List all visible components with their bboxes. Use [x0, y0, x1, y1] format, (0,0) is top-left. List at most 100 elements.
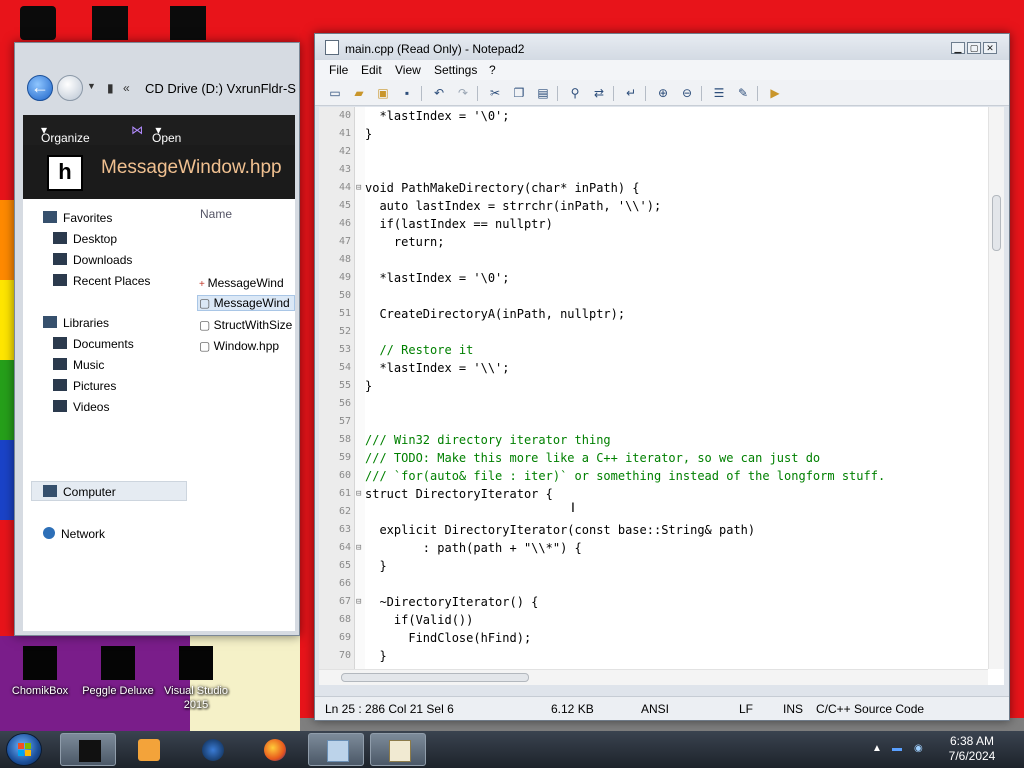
run-icon[interactable]: ▶ [767, 85, 783, 101]
desktop-top-icon-1[interactable] [20, 6, 56, 40]
nav-pictures[interactable]: Pictures [53, 379, 116, 393]
taskbar-media-player[interactable] [120, 733, 176, 766]
taskbar-app-globe[interactable] [184, 733, 240, 766]
code-line[interactable]: 59 /// TODO: Make this more like a C++ it… [319, 449, 989, 467]
taskbar-clock[interactable]: 6:38 AM 7/6/2024 [936, 734, 1008, 764]
browse-icon[interactable]: ▣ [375, 85, 391, 101]
file-item[interactable]: ▢ StructWithSize [199, 318, 292, 332]
scheme-icon[interactable]: ☰ [711, 85, 727, 101]
code-line[interactable]: 62 [319, 503, 989, 521]
new-file-icon[interactable]: ▭ [327, 85, 343, 101]
desktop-top-icon-3[interactable] [170, 6, 206, 40]
start-button[interactable] [6, 733, 42, 766]
breadcrumb-chevron-icon[interactable]: « [123, 81, 130, 95]
menu-help[interactable]: ? [489, 63, 496, 77]
file-item[interactable]: + MessageWind [199, 276, 284, 290]
vertical-scroll-thumb[interactable] [992, 195, 1001, 251]
copy-icon[interactable]: ❐ [511, 85, 527, 101]
code-line[interactable]: 55} [319, 377, 989, 395]
tray-network-icon[interactable]: ◉ [914, 743, 923, 754]
code-line[interactable]: 69 FindClose(hFind); [319, 629, 989, 647]
code-line[interactable]: 49 *lastIndex = '\0'; [319, 269, 989, 287]
taskbar-explorer[interactable] [308, 733, 364, 766]
nav-libraries[interactable]: Libraries [43, 316, 109, 330]
code-line[interactable]: 70 } [319, 647, 989, 665]
nav-favorites[interactable]: Favorites [43, 211, 112, 225]
nav-network[interactable]: Network [43, 527, 105, 541]
explorer-window[interactable]: ← ▼ ▮ « CD Drive (D:) VxrunFldr-S Organi… [14, 42, 300, 636]
close-button[interactable]: ✕ [983, 42, 997, 54]
code-line[interactable]: 57 [319, 413, 989, 431]
taskbar-firefox[interactable] [246, 733, 302, 766]
desktop-icon-chomikbox[interactable]: ChomikBox [0, 646, 80, 698]
undo-icon[interactable]: ↶ [431, 85, 447, 101]
cut-icon[interactable]: ✂ [487, 85, 503, 101]
nav-videos[interactable]: Videos [53, 400, 109, 414]
nav-documents[interactable]: Documents [53, 337, 134, 351]
word-wrap-icon[interactable]: ↵ [623, 85, 639, 101]
file-item-selected[interactable]: ▢ MessageWind [197, 295, 295, 311]
code-line[interactable]: 41} [319, 125, 989, 143]
nav-music[interactable]: Music [53, 358, 104, 372]
code-line[interactable]: 45 auto lastIndex = strrchr(inPath, '\\'… [319, 197, 989, 215]
menu-settings[interactable]: Settings [434, 63, 477, 77]
fold-marker-icon[interactable]: ⊟ [356, 179, 361, 197]
vertical-scrollbar[interactable] [988, 107, 1004, 669]
nav-downloads[interactable]: Downloads [53, 253, 132, 267]
status-mode[interactable]: INS [783, 702, 803, 716]
open-folder-icon[interactable]: ▰ [351, 85, 367, 101]
code-line[interactable]: 44 ⊟ void PathMakeDirectory(char* inPath) … [319, 179, 989, 197]
history-dropdown-icon[interactable]: ▼ [87, 81, 96, 91]
nav-desktop[interactable]: Desktop [53, 232, 117, 246]
code-line[interactable]: 68 if(Valid()) [319, 611, 989, 629]
code-line[interactable]: 66 [319, 575, 989, 593]
code-line[interactable]: 64 ⊟ : path(path + "\\*") { [319, 539, 989, 557]
fold-marker-icon[interactable]: ⊟ [356, 593, 361, 611]
nav-recent-places[interactable]: Recent Places [53, 274, 150, 288]
desktop-top-icon-2[interactable] [92, 6, 128, 40]
customize-icon[interactable]: ✎ [735, 85, 751, 101]
fold-marker-icon[interactable]: ⊟ [356, 539, 361, 557]
status-language[interactable]: C/C++ Source Code [816, 702, 924, 716]
tray-expand-icon[interactable]: ▲ [872, 743, 882, 754]
forward-button[interactable] [57, 75, 83, 101]
redo-icon[interactable]: ↷ [455, 85, 471, 101]
replace-icon[interactable]: ⇄ [591, 85, 607, 101]
paste-icon[interactable]: ▤ [535, 85, 551, 101]
horizontal-scroll-thumb[interactable] [341, 673, 529, 682]
maximize-button[interactable]: ▢ [967, 42, 981, 54]
status-eol[interactable]: LF [739, 702, 753, 716]
fold-marker-icon[interactable]: ⊟ [356, 485, 361, 503]
zoom-out-icon[interactable]: ⊖ [679, 85, 695, 101]
code-line[interactable]: 51 CreateDirectoryA(inPath, nullptr); [319, 305, 989, 323]
code-line[interactable]: 48 [319, 251, 989, 269]
back-button[interactable]: ← [27, 75, 53, 101]
code-line[interactable]: 50 [319, 287, 989, 305]
code-line[interactable]: 54 *lastIndex = '\\'; [319, 359, 989, 377]
code-line[interactable]: 65 } [319, 557, 989, 575]
code-line[interactable]: 67 ⊟ ~DirectoryIterator() { [319, 593, 989, 611]
zoom-in-icon[interactable]: ⊕ [655, 85, 671, 101]
code-line[interactable]: 52 [319, 323, 989, 341]
organize-button[interactable]: Organize ▾ [41, 123, 90, 145]
nav-computer[interactable]: Computer [43, 485, 116, 499]
open-button[interactable]: Open ▾ [152, 123, 181, 145]
menu-file[interactable]: File [329, 63, 348, 77]
address-path[interactable]: CD Drive (D:) VxrunFldr-S [145, 81, 296, 96]
code-line[interactable]: 47 return; [319, 233, 989, 251]
menu-edit[interactable]: Edit [361, 63, 382, 77]
code-line[interactable]: 46 if(lastIndex == nullptr) [319, 215, 989, 233]
notepad-title-bar[interactable]: main.cpp (Read Only) - Notepad2 ▁ ▢ ✕ [315, 34, 1009, 60]
find-icon[interactable]: ⚲ [567, 85, 583, 101]
minimize-button[interactable]: ▁ [951, 42, 965, 54]
file-item[interactable]: ▢ Window.hpp [199, 339, 279, 353]
tray-monitor-icon[interactable]: ▬ [892, 743, 902, 754]
code-line[interactable]: 58 /// Win32 directory iterator thing [319, 431, 989, 449]
code-line[interactable]: 40 *lastIndex = '\0'; [319, 107, 989, 125]
status-encoding[interactable]: ANSI [641, 702, 669, 716]
notepad2-window[interactable]: main.cpp (Read Only) - Notepad2 ▁ ▢ ✕ Fi… [314, 33, 1010, 721]
column-header-name[interactable]: Name [200, 207, 232, 221]
code-line[interactable]: 42 [319, 143, 989, 161]
code-line[interactable]: 63 explicit DirectoryIterator(const base… [319, 521, 989, 539]
code-line[interactable]: 61 ⊟ struct DirectoryIterator { [319, 485, 989, 503]
